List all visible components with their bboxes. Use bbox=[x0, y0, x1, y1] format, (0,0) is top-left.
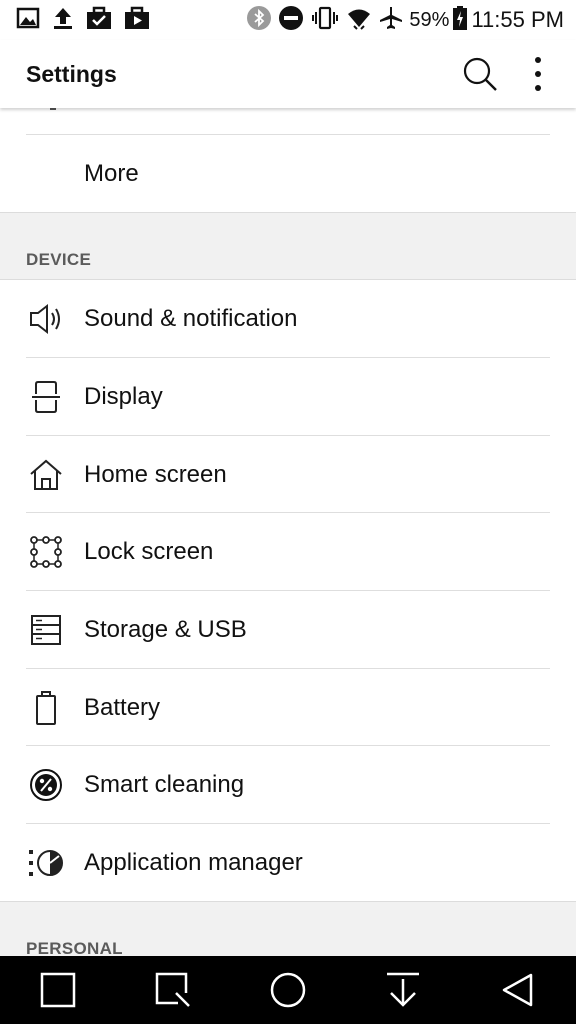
section-header-personal: PERSONAL bbox=[0, 901, 576, 956]
home-icon bbox=[26, 455, 66, 495]
list-item-label: Battery bbox=[84, 693, 161, 721]
list-item-home-screen[interactable]: Home screen bbox=[0, 436, 576, 513]
battery-percent: 59% bbox=[409, 8, 450, 31]
battery-charging-icon bbox=[453, 5, 468, 35]
speaker-icon bbox=[26, 299, 66, 339]
page-title: Settings bbox=[26, 60, 117, 87]
wifi-icon bbox=[347, 6, 371, 35]
bluetooth-icon bbox=[247, 5, 272, 35]
briefcase-play-icon bbox=[124, 6, 150, 35]
app-bar: Settings bbox=[0, 40, 576, 108]
storage-icon bbox=[26, 610, 66, 650]
list-item-label: Home screen bbox=[84, 460, 227, 488]
recents-icon bbox=[40, 972, 75, 1008]
lock-screen-icon bbox=[26, 532, 66, 572]
overflow-menu-button[interactable] bbox=[516, 52, 560, 96]
do-not-disturb-icon bbox=[279, 5, 304, 35]
clipped-list-item bbox=[0, 108, 576, 134]
smart-cleaning-icon bbox=[26, 765, 66, 805]
list-item-label: More bbox=[84, 159, 139, 187]
list-item-lock-screen[interactable]: Lock screen bbox=[0, 513, 576, 590]
section-header-device: DEVICE bbox=[0, 212, 576, 280]
search-icon bbox=[463, 57, 497, 91]
status-bar: 59% 11:55 PM bbox=[0, 0, 576, 40]
capture-button[interactable] bbox=[143, 960, 203, 1020]
status-notification-icons bbox=[16, 6, 162, 35]
list-item-label: Application manager bbox=[84, 848, 303, 876]
display-icon bbox=[26, 377, 66, 417]
list-item-smart-cleaning[interactable]: Smart cleaning bbox=[0, 746, 576, 823]
list-item-label: Storage & USB bbox=[84, 615, 247, 643]
section-title: DEVICE bbox=[26, 250, 92, 269]
list-item-application-manager[interactable]: Application manager bbox=[0, 824, 576, 901]
clock: 11:55 PM bbox=[471, 7, 564, 32]
list-item-battery[interactable]: Battery bbox=[0, 669, 576, 746]
home-icon bbox=[270, 972, 306, 1008]
list-item-label: Smart cleaning bbox=[84, 770, 245, 798]
upload-icon bbox=[52, 6, 74, 35]
list-item-storage-usb[interactable]: Storage & USB bbox=[0, 591, 576, 668]
notification-pull-icon bbox=[387, 972, 420, 1007]
settings-list: More DEVICE Sound & notification Display… bbox=[0, 108, 576, 956]
list-item-label: Lock screen bbox=[84, 537, 214, 565]
image-icon bbox=[16, 7, 40, 34]
home-button[interactable] bbox=[258, 960, 318, 1020]
notification-pull-button[interactable] bbox=[373, 960, 433, 1020]
vibrate-icon bbox=[311, 6, 339, 35]
back-icon bbox=[503, 973, 533, 1007]
app-manager-icon bbox=[26, 843, 66, 883]
list-item-label: Sound & notification bbox=[84, 304, 298, 332]
search-button[interactable] bbox=[458, 52, 502, 96]
list-item-more[interactable]: More bbox=[0, 135, 576, 212]
capture-icon bbox=[155, 972, 190, 1007]
list-item-display[interactable]: Display bbox=[0, 358, 576, 435]
back-button[interactable] bbox=[488, 960, 548, 1020]
list-item-label: Display bbox=[84, 382, 163, 410]
more-vert-icon bbox=[535, 57, 541, 91]
navigation-bar bbox=[0, 956, 576, 1024]
list-item-sound-notification[interactable]: Sound & notification bbox=[0, 280, 576, 357]
briefcase-check-icon bbox=[86, 6, 112, 35]
airplane-icon bbox=[379, 6, 403, 35]
section-title: PERSONAL bbox=[26, 939, 123, 956]
recents-button[interactable] bbox=[28, 960, 88, 1020]
status-system-icons: 59% 11:55 PM bbox=[239, 5, 564, 35]
battery-icon bbox=[26, 688, 66, 728]
